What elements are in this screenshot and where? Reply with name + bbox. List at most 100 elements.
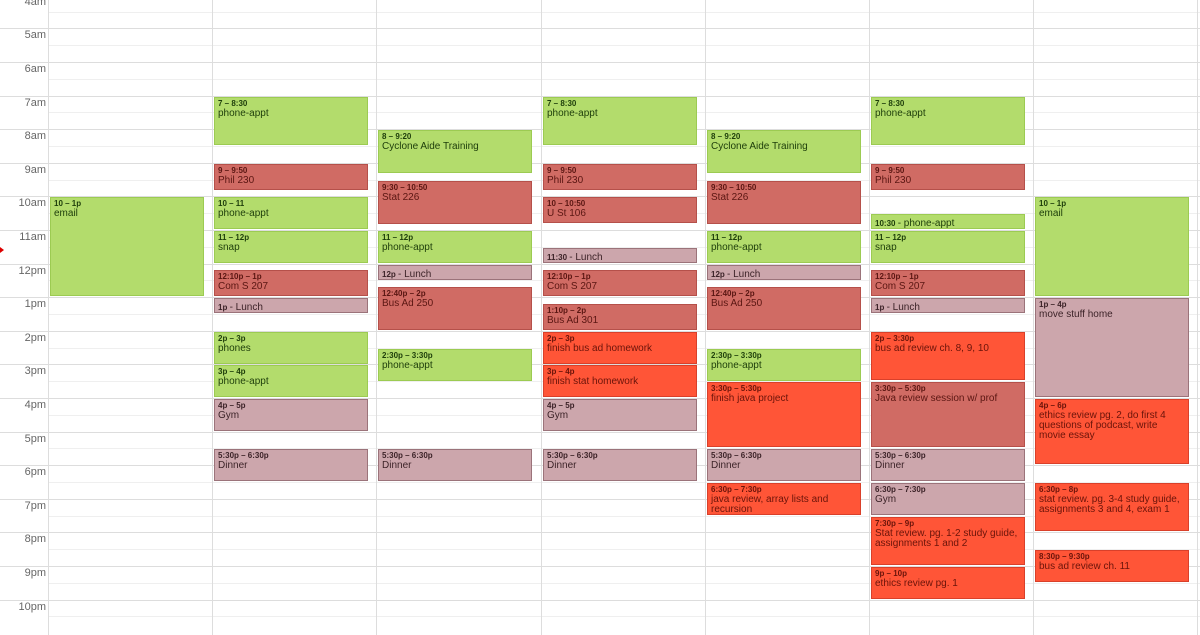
- event-title: Gym: [218, 410, 240, 421]
- event-time: 10:30: [875, 219, 898, 228]
- calendar-event[interactable]: 1p - Lunch: [871, 298, 1025, 313]
- calendar-event[interactable]: 12:40p – 2p Bus Ad 250: [378, 287, 532, 330]
- hour-label: 8am: [24, 130, 46, 142]
- event-time: 12p: [711, 270, 728, 279]
- calendar-event[interactable]: 11 – 12p phone-appt: [707, 231, 861, 263]
- calendar-event[interactable]: 9p – 10p ethics review pg. 1: [871, 567, 1025, 599]
- calendar-event[interactable]: 9:30 – 10:50 Stat 226: [378, 181, 532, 224]
- event-title: email: [54, 208, 78, 219]
- calendar-event[interactable]: 8 – 9:20 Cyclone Aide Training: [707, 130, 861, 173]
- calendar-event[interactable]: 2p – 3p phones: [214, 332, 368, 364]
- event-title: Com S 207: [875, 281, 926, 292]
- calendar-event[interactable]: 10:30 - phone-appt: [871, 214, 1025, 229]
- event-title: Bus Ad 250: [382, 298, 434, 309]
- event-title: Com S 207: [547, 281, 598, 292]
- half-hour-gridline: [48, 146, 1200, 147]
- hour-label: 12pm: [18, 265, 46, 277]
- event-title: java review, array lists and recursion: [711, 494, 829, 515]
- current-time-marker: [0, 247, 4, 253]
- calendar-event[interactable]: 5:30p – 6:30p Dinner: [707, 449, 861, 481]
- half-hour-gridline: [48, 516, 1200, 517]
- calendar-event[interactable]: 12:40p – 2p Bus Ad 250: [707, 287, 861, 330]
- calendar-event[interactable]: 7:30p – 9p Stat review. pg. 1-2 study gui…: [871, 517, 1025, 565]
- calendar-event[interactable]: 12:10p – 1p Com S 207: [214, 270, 368, 296]
- calendar-event[interactable]: 9:30 – 10:50 Stat 226: [707, 181, 861, 224]
- calendar-event[interactable]: 11 – 12p snap: [871, 231, 1025, 263]
- hour-label: 2pm: [24, 332, 46, 344]
- calendar-event[interactable]: 11 – 12p snap: [214, 231, 368, 263]
- calendar-event[interactable]: 7 – 8:30 phone-appt: [871, 97, 1025, 145]
- event-title: snap: [218, 242, 240, 253]
- calendar-event[interactable]: 3p – 4p finish stat homework: [543, 365, 697, 397]
- calendar-event[interactable]: 1p – 4p move stuff home: [1035, 298, 1189, 397]
- calendar-event[interactable]: 2:30p – 3:30p phone-appt: [378, 349, 532, 381]
- day-column-divider: [541, 0, 542, 635]
- calendar-event[interactable]: 10 – 10:50 U St 106: [543, 197, 697, 223]
- event-title: Gym: [875, 494, 897, 505]
- calendar-event[interactable]: 2p – 3p finish bus ad homework: [543, 332, 697, 364]
- calendar-event[interactable]: 5:30p – 6:30p Dinner: [871, 449, 1025, 481]
- calendar-event[interactable]: 12:10p – 1p Com S 207: [871, 270, 1025, 296]
- event-time: 12p: [382, 270, 399, 279]
- week-grid[interactable]: 4am 5am 6am 7am 8am 9am 10am 11am 12pm 1pm 2pm 3pm 4…: [0, 0, 1200, 635]
- calendar-event[interactable]: 3:30p – 5:30p finish java project: [707, 382, 861, 447]
- calendar-event[interactable]: 4p – 5p Gym: [543, 399, 697, 431]
- calendar-event[interactable]: 8:30p – 9:30p bus ad review ch. 11: [1035, 550, 1189, 582]
- calendar-event[interactable]: 1:10p – 2p Bus Ad 301: [543, 304, 697, 330]
- calendar-event[interactable]: 4p – 6p ethics review pg. 2, do first 4 q…: [1035, 399, 1189, 464]
- event-title: move stuff home: [1039, 309, 1113, 320]
- calendar-event[interactable]: 12p - Lunch: [707, 265, 861, 280]
- calendar-event[interactable]: 1p - Lunch: [214, 298, 368, 313]
- calendar-event[interactable]: 3p – 4p phone-appt: [214, 365, 368, 397]
- calendar-event[interactable]: 10 – 1p email: [50, 197, 204, 296]
- calendar-event[interactable]: 5:30p – 6:30p Dinner: [214, 449, 368, 481]
- calendar-event[interactable]: 9 – 9:50 Phil 230: [214, 164, 368, 190]
- half-hour-gridline: [48, 45, 1200, 46]
- hour-label: 7pm: [24, 500, 46, 512]
- calendar-event[interactable]: 7 – 8:30 phone-appt: [214, 97, 368, 145]
- calendar-event[interactable]: 8 – 9:20 Cyclone Aide Training: [378, 130, 532, 173]
- event-title: phone-appt: [711, 360, 762, 371]
- hour-gridline: [0, 600, 1200, 601]
- calendar-event[interactable]: 3:30p – 5:30p Java review session w/ prof: [871, 382, 1025, 447]
- calendar-event[interactable]: 12:10p – 1p Com S 207: [543, 270, 697, 296]
- calendar-event[interactable]: 6:30p – 7:30p Gym: [871, 483, 1025, 515]
- half-hour-gridline: [48, 583, 1200, 584]
- calendar-event[interactable]: 7 – 8:30 phone-appt: [543, 97, 697, 145]
- hour-label: 5pm: [24, 433, 46, 445]
- calendar-event[interactable]: 11 – 12p phone-appt: [378, 231, 532, 263]
- calendar-event[interactable]: 2:30p – 3:30p phone-appt: [707, 349, 861, 381]
- calendar-event[interactable]: 4p – 5p Gym: [214, 399, 368, 431]
- event-title: Cyclone Aide Training: [711, 141, 808, 152]
- calendar-event[interactable]: 9 – 9:50 Phil 230: [871, 164, 1025, 190]
- calendar-event[interactable]: 10 – 11 phone-appt: [214, 197, 368, 229]
- day-column-divider: [705, 0, 706, 635]
- event-title: Phil 230: [547, 175, 584, 186]
- calendar-event[interactable]: 10 – 1p email: [1035, 197, 1189, 296]
- hour-label: 8pm: [24, 533, 46, 545]
- hour-label: 5am: [24, 29, 46, 41]
- half-hour-gridline: [48, 616, 1200, 617]
- calendar-event[interactable]: 5:30p – 6:30p Dinner: [543, 449, 697, 481]
- calendar-event[interactable]: 6:30p – 7:30p java review, array lists an…: [707, 483, 861, 515]
- calendar-event[interactable]: 11:30 - Lunch: [543, 248, 697, 263]
- event-title: Dinner: [382, 460, 412, 471]
- event-title: stat review. pg. 3-4 study guide, assign…: [1039, 494, 1180, 515]
- half-hour-gridline: [48, 482, 1200, 483]
- calendar-event[interactable]: 5:30p – 6:30p Dinner: [378, 449, 532, 481]
- hour-gridline: [0, 62, 1200, 63]
- event-title: phone-appt: [218, 108, 269, 119]
- event-title: Dinner: [547, 460, 577, 471]
- event-title: - phone-appt: [897, 218, 955, 229]
- event-time: 4p – 5p: [218, 401, 246, 410]
- day-column-divider: [869, 0, 870, 635]
- calendar-event[interactable]: 2p – 3:30p bus ad review ch. 8, 9, 10: [871, 332, 1025, 380]
- event-title: phones: [218, 343, 251, 354]
- calendar-event[interactable]: 6:30p – 8p stat review. pg. 3-4 study gui…: [1035, 483, 1189, 531]
- hour-label: 6am: [24, 63, 46, 75]
- hour-label: 9pm: [24, 567, 46, 579]
- calendar-event[interactable]: 9 – 9:50 Phil 230: [543, 164, 697, 190]
- event-title: - Lunch: [886, 302, 920, 313]
- calendar-event[interactable]: 12p - Lunch: [378, 265, 532, 280]
- event-title: ethics review pg. 1: [875, 578, 958, 589]
